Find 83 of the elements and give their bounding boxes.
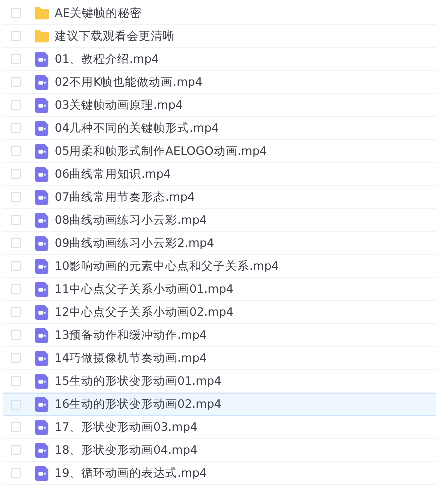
video-file-icon xyxy=(35,190,49,204)
video-file-icon xyxy=(35,258,49,274)
checkbox[interactable] xyxy=(11,215,21,225)
file-name: 15生动的形状变形动画01.mp4 xyxy=(55,374,222,388)
checkbox[interactable] xyxy=(11,8,21,18)
file-row[interactable]: 05用柔和帧形式制作AELOGO动画.mp4 xyxy=(3,140,436,163)
video-file-icon xyxy=(35,166,49,182)
video-file-icon xyxy=(35,328,49,342)
file-row[interactable]: 14巧做摄像机节奏动画.mp4 xyxy=(3,347,436,370)
checkbox[interactable] xyxy=(11,123,21,133)
checkbox[interactable] xyxy=(11,376,21,386)
file-row[interactable]: 06曲线常用知识.mp4 xyxy=(3,163,436,186)
video-file-icon xyxy=(35,374,49,388)
video-file-icon xyxy=(35,144,49,158)
video-file-icon xyxy=(35,98,49,112)
file-row[interactable]: 17、形状变形动画03.mp4 xyxy=(3,416,436,439)
checkbox[interactable] xyxy=(11,31,21,41)
video-file-icon xyxy=(35,236,49,250)
file-name: 16生动的形状变形动画02.mp4 xyxy=(55,397,222,412)
file-name: 08曲线动画练习小云彩.mp4 xyxy=(55,212,208,228)
folder-icon xyxy=(35,28,49,44)
file-name: 05用柔和帧形式制作AELOGO动画.mp4 xyxy=(55,144,268,158)
video-file-icon xyxy=(35,420,49,434)
checkbox[interactable] xyxy=(11,100,21,110)
file-row[interactable]: 08曲线动画练习小云彩.mp4 xyxy=(3,209,436,232)
file-row[interactable]: AE关键帧的秘密 xyxy=(3,2,436,25)
file-row[interactable]: 建议下载观看会更清晰 xyxy=(3,25,436,48)
file-row[interactable]: 13预备动作和缓冲动作.mp4 xyxy=(3,324,436,347)
video-file-icon xyxy=(35,466,49,480)
file-name: 13预备动作和缓冲动作.mp4 xyxy=(55,328,208,342)
file-name: 02不用K帧也能做动画.mp4 xyxy=(55,74,203,90)
file-name: 04几种不同的关键帧形式.mp4 xyxy=(55,120,220,136)
checkbox[interactable] xyxy=(11,54,21,64)
video-file-icon xyxy=(35,74,49,90)
video-file-icon xyxy=(35,212,49,228)
file-row[interactable]: 11中心点父子关系小动画01.mp4 xyxy=(3,278,436,301)
file-name: 12中心点父子关系小动画02.mp4 xyxy=(55,304,234,320)
checkbox[interactable] xyxy=(11,169,21,179)
file-row[interactable]: 10影响动画的元素中心点和父子关系.mp4 xyxy=(3,255,436,278)
file-name: 11中心点父子关系小动画01.mp4 xyxy=(55,282,234,296)
checkbox[interactable] xyxy=(11,330,21,340)
file-row[interactable]: 19、循环动画的表达式.mp4 xyxy=(3,462,436,485)
video-file-icon xyxy=(35,282,49,296)
checkbox[interactable] xyxy=(11,146,21,156)
video-file-icon xyxy=(35,120,49,136)
file-row[interactable]: 02不用K帧也能做动画.mp4 xyxy=(3,71,436,94)
file-row[interactable]: 04几种不同的关键帧形式.mp4 xyxy=(3,117,436,140)
folder-icon xyxy=(35,6,49,20)
file-name: 建议下载观看会更清晰 xyxy=(55,28,175,44)
checkbox[interactable] xyxy=(11,353,21,363)
checkbox[interactable] xyxy=(11,238,21,248)
file-row[interactable]: 18、形状变形动画04.mp4 xyxy=(3,439,436,462)
file-name: 03关键帧动画原理.mp4 xyxy=(55,98,184,112)
file-row[interactable]: 01、教程介绍.mp4 xyxy=(3,48,436,71)
file-name: 18、形状变形动画04.mp4 xyxy=(55,442,198,458)
file-name: 19、循环动画的表达式.mp4 xyxy=(55,466,208,480)
video-file-icon xyxy=(35,397,49,412)
video-file-icon xyxy=(35,52,49,66)
video-file-icon xyxy=(35,304,49,320)
video-file-icon xyxy=(35,442,49,458)
checkbox[interactable] xyxy=(11,445,21,455)
file-name: 17、形状变形动画03.mp4 xyxy=(55,420,198,434)
file-name: 06曲线常用知识.mp4 xyxy=(55,166,172,182)
checkbox[interactable] xyxy=(11,422,21,432)
file-name: 09曲线动画练习小云彩2.mp4 xyxy=(55,236,214,250)
checkbox[interactable] xyxy=(11,192,21,202)
file-name: 14巧做摄像机节奏动画.mp4 xyxy=(55,350,208,366)
checkbox[interactable] xyxy=(11,261,21,271)
checkbox[interactable] xyxy=(11,307,21,317)
file-row[interactable]: 09曲线动画练习小云彩2.mp4 xyxy=(3,232,436,255)
file-row[interactable]: 07曲线常用节奏形态.mp4 xyxy=(3,186,436,209)
file-row[interactable]: 16生动的形状变形动画02.mp4 xyxy=(3,393,436,416)
file-name: AE关键帧的秘密 xyxy=(55,6,142,20)
file-name: 01、教程介绍.mp4 xyxy=(55,52,160,66)
file-name: 07曲线常用节奏形态.mp4 xyxy=(55,190,196,204)
checkbox[interactable] xyxy=(11,400,21,410)
file-name: 10影响动画的元素中心点和父子关系.mp4 xyxy=(55,258,280,274)
checkbox[interactable] xyxy=(11,284,21,294)
checkbox[interactable] xyxy=(11,468,21,478)
file-row[interactable]: 12中心点父子关系小动画02.mp4 xyxy=(3,301,436,324)
file-row[interactable]: 03关键帧动画原理.mp4 xyxy=(3,94,436,117)
checkbox[interactable] xyxy=(11,77,21,87)
video-file-icon xyxy=(35,350,49,366)
